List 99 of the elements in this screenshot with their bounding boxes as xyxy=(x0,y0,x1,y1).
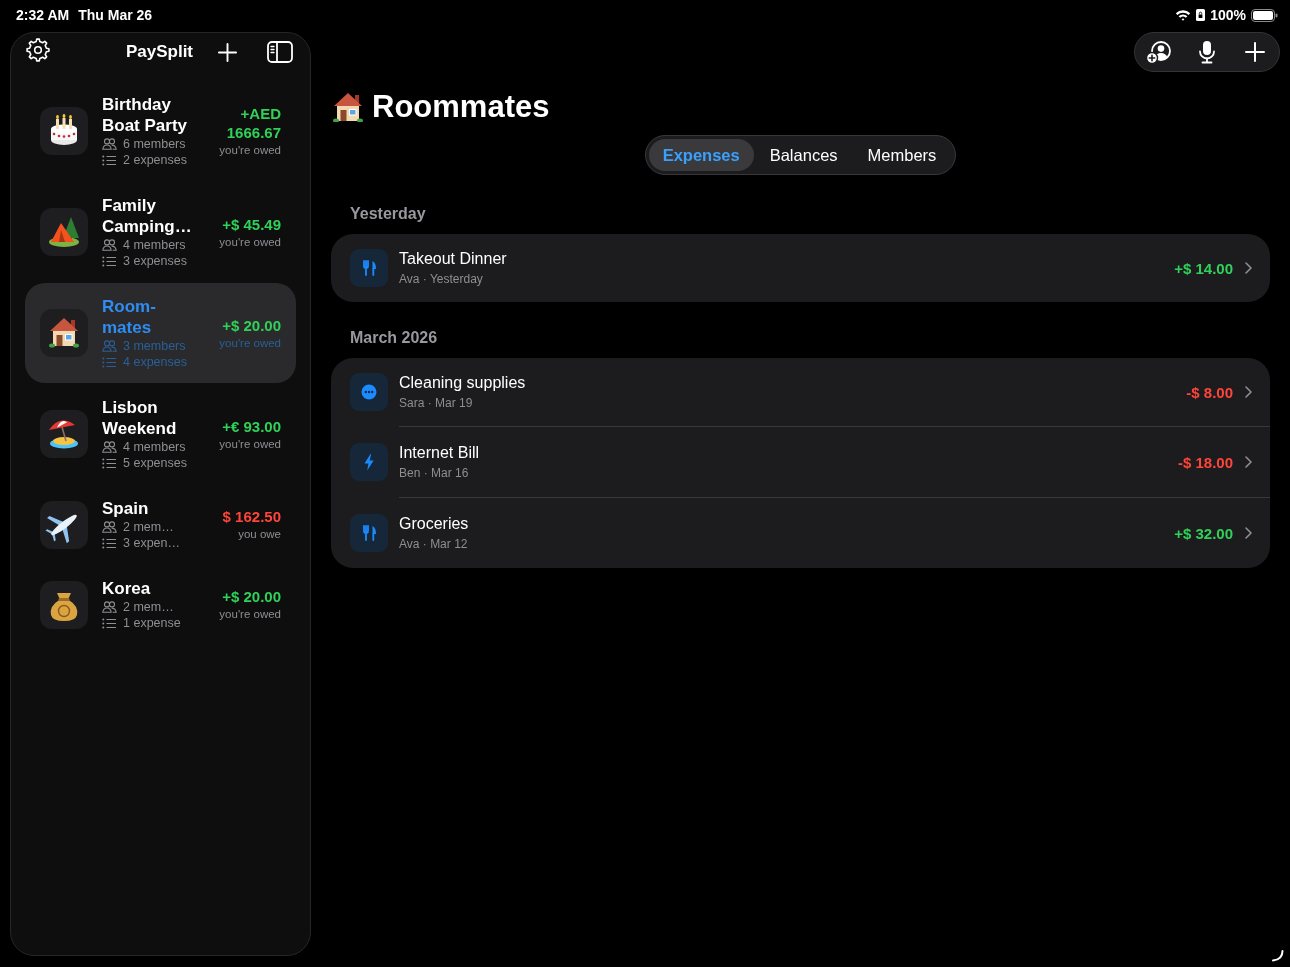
people-icon xyxy=(102,340,117,352)
expense-count: 3 expen… xyxy=(123,535,180,551)
expense-amount: -$ 18.00 xyxy=(1177,453,1233,471)
balance-note: you're owed xyxy=(219,335,281,351)
add-icon xyxy=(1245,42,1265,62)
expense-amount: +$ 14.00 xyxy=(1174,259,1233,277)
expense-count: 2 expenses xyxy=(123,152,187,168)
people-icon xyxy=(102,601,117,613)
group-name: Birthday Boat Party xyxy=(102,94,189,136)
chevron-icon xyxy=(1245,386,1252,398)
airplane-icon xyxy=(40,500,88,549)
fork-knife-icon xyxy=(350,249,388,287)
expense-subtitle: Ava · Mar 12 xyxy=(399,536,469,552)
member-count: 2 mem… xyxy=(123,519,174,535)
member-count: 4 members xyxy=(123,439,186,455)
expense-title: Takeout Dinner xyxy=(399,249,508,269)
wifi-icon xyxy=(1175,9,1192,21)
member-count: 2 mem… xyxy=(123,599,174,615)
expense-amount: -$ 8.00 xyxy=(1186,383,1233,401)
balance-amount: +$ 20.00 xyxy=(222,587,281,606)
balance-note: you're owed xyxy=(219,234,281,250)
expense-subtitle: Ben · Mar 16 xyxy=(399,465,470,481)
group-name: Korea xyxy=(102,578,152,599)
balance-note: you're owed xyxy=(219,143,281,158)
expense-subtitle: Ava · Yesterday xyxy=(399,271,484,287)
group-name: Room-mates xyxy=(102,296,157,338)
list-icon xyxy=(102,617,117,629)
house-icon xyxy=(40,309,88,357)
list-icon xyxy=(102,255,117,267)
expense-row[interactable]: Internet Bill Ben · Mar 16 -$ 18.00 xyxy=(331,426,1270,497)
member-count: 6 members xyxy=(123,136,186,152)
expense-title: Internet Bill xyxy=(399,443,481,463)
chevron-icon xyxy=(1245,262,1252,274)
people-icon xyxy=(102,441,117,453)
chevron-icon xyxy=(1245,527,1252,539)
microphone-icon xyxy=(1198,40,1216,64)
cake-icon xyxy=(40,107,88,155)
group-row[interactable]: Family Camping… 4 members 3 expenses +$ 45.49 you're owed xyxy=(25,182,296,282)
expense-subtitle: Sara · Mar 19 xyxy=(399,395,474,411)
expense-row[interactable]: Cleaning supplies Sara · Mar 19 -$ 8.00 xyxy=(331,358,1270,426)
ellipsis-icon xyxy=(350,373,388,411)
member-count: 3 members xyxy=(123,338,186,354)
list-icon xyxy=(102,154,117,166)
status-date: Thu Mar 26 xyxy=(78,7,153,23)
section-header: March 2026 xyxy=(349,328,439,348)
tab[interactable]: Balances xyxy=(755,139,852,171)
expense-count: 4 expenses xyxy=(123,354,187,370)
tab[interactable]: Members xyxy=(853,139,951,171)
balance-note: you're owed xyxy=(219,607,281,622)
balance-amount: +$ 45.49 xyxy=(222,214,281,234)
section-header: Yesterday xyxy=(349,204,427,224)
balance-amount: +$ 20.00 xyxy=(222,315,281,335)
group-row[interactable]: Lisbon Weekend 4 members 5 expenses +€ 93.00 you're owed xyxy=(25,384,296,484)
group-name: Lisbon Weekend xyxy=(102,397,178,439)
tent-icon xyxy=(40,208,88,256)
balance-amount: +AED 1666.67 xyxy=(225,104,281,142)
app-title: PaySplit xyxy=(125,42,194,62)
tab[interactable]: Expenses xyxy=(648,139,754,171)
group-name: Family Camping… xyxy=(102,195,193,237)
balance-amount: +€ 93.00 xyxy=(222,416,281,436)
resize-corner-icon[interactable] xyxy=(1272,950,1284,962)
house-icon xyxy=(333,92,363,122)
list-icon xyxy=(102,537,117,549)
balance-note: you're owed xyxy=(219,436,281,452)
settings-icon[interactable] xyxy=(26,38,50,62)
expense-title: Cleaning supplies xyxy=(399,373,527,393)
lightning-bolt-icon xyxy=(350,442,388,481)
expense-count: 3 expenses xyxy=(123,253,187,269)
balance-note: you owe xyxy=(238,527,281,542)
expense-count: 1 expense xyxy=(123,615,181,631)
battery-icon xyxy=(1251,8,1278,22)
people-icon xyxy=(102,521,117,533)
balance-amount: $ 162.50 xyxy=(222,507,281,526)
status-time: 2:32 AM xyxy=(16,7,70,23)
person-add-icon xyxy=(1146,40,1172,64)
people-icon xyxy=(102,138,117,150)
group-name: Spain xyxy=(102,498,150,519)
list-icon xyxy=(102,457,117,469)
people-icon xyxy=(102,239,117,251)
expense-title: Groceries xyxy=(399,514,470,534)
fork-knife-icon xyxy=(350,513,388,552)
chevron-icon xyxy=(1245,456,1252,468)
group-row[interactable]: Spain 2 mem… 3 expen… $ 162.50 you owe xyxy=(25,485,296,564)
lock-icon xyxy=(1196,9,1206,21)
group-row[interactable]: Birthday Boat Party 6 members 2 expenses +AED 1666.67 you're owed xyxy=(25,81,296,181)
add-icon[interactable] xyxy=(218,42,237,62)
money-bag-icon xyxy=(40,580,88,629)
expense-row[interactable]: Takeout Dinner Ava · Yesterday +$ 14.00 xyxy=(331,234,1270,302)
expense-amount: +$ 32.00 xyxy=(1174,524,1233,542)
list-icon xyxy=(102,356,117,368)
page-title: Roommates xyxy=(372,89,550,125)
battery-percentage: 100% xyxy=(1210,7,1246,23)
sidebar-toggle-icon[interactable] xyxy=(267,41,293,63)
member-count: 4 members xyxy=(123,237,186,253)
group-row[interactable]: Korea 2 mem… 1 expense +$ 20.00 you're owed xyxy=(25,565,296,644)
group-row[interactable]: Room-mates 3 members 4 expenses +$ 20.00 you're owed xyxy=(25,283,296,383)
expense-count: 5 expenses xyxy=(123,455,187,471)
expense-row[interactable]: Groceries Ava · Mar 12 +$ 32.00 xyxy=(331,497,1270,568)
beach-umbrella-icon xyxy=(40,410,88,458)
